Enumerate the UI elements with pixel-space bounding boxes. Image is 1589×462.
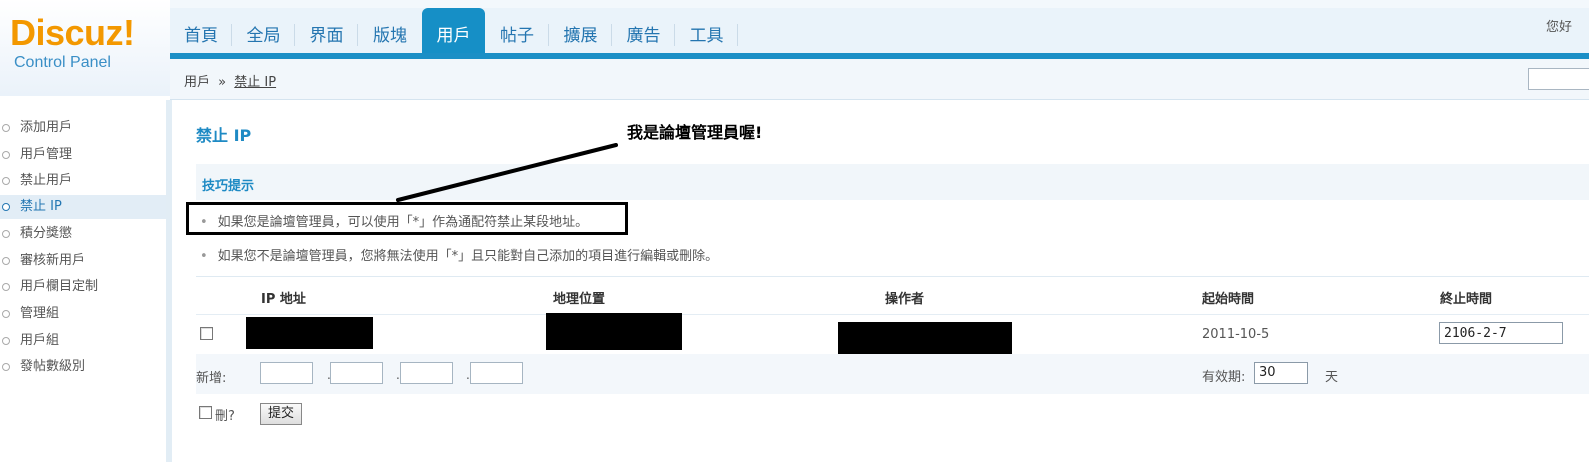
valid-period-input[interactable]: 30 [1254,362,1308,384]
sidebar-item-label: 用戶欄目定制 [20,279,99,294]
tab-home[interactable]: 首頁 [170,8,232,53]
redacted-ip [246,317,373,349]
sidebar-item-add-user[interactable]: 添加用戶 [0,116,166,140]
logo[interactable]: Discuz! Control Panel [0,0,170,96]
column-header-start: 起始時間 [1202,292,1255,307]
sidebar-item-label: 管理組 [20,306,60,321]
bullet-icon [2,151,10,159]
bullet-icon [2,337,10,345]
bullet-icon [2,283,10,291]
sidebar-item-admin-groups[interactable]: 管理組 [0,302,166,326]
sidebar-item-label: 發帖數級別 [20,359,86,374]
breadcrumb-bar: 用戶 » 禁止 IP [170,59,1589,100]
sidebar-item-label: 用戶管理 [20,147,73,162]
tab-global[interactable]: 全局 [232,8,295,53]
sidebar-item-label: 添加用戶 [20,120,73,135]
header: Discuz! Control Panel 首頁 全局 界面 版塊 用戶 帖子 … [0,0,1589,100]
tip-text: 如果您不是論壇管理員，您將無法使用「*」且只能對自己添加的項目進行編輯或刪除。 [217,249,719,264]
delete-checkbox[interactable] [199,406,212,419]
logo-brand: Discuz! [10,12,135,53]
sidebar-item-ban-ip[interactable]: 禁止 IP [0,195,166,219]
valid-period-label: 有效期: [1202,370,1246,385]
search-input[interactable] [1528,68,1589,90]
ip-segment-3-input[interactable] [400,362,453,384]
annotation-text: 我是論壇管理員喔! [627,123,763,142]
sidebar-item-ban-user[interactable]: 禁止用戶 [0,169,166,193]
end-time-input[interactable]: 2106-2-7 [1439,322,1563,344]
ip-segment-1-input[interactable] [260,362,313,384]
bullet-icon [2,177,10,185]
bullet-icon: • [200,249,208,264]
sidebar-item-label: 禁止用戶 [20,173,73,188]
greeting: 您好 [1546,20,1573,35]
tab-extensions[interactable]: 擴展 [549,8,612,53]
tips-title: 技巧提示 [202,179,255,194]
sidebar-item-user-groups[interactable]: 用戶組 [0,329,166,353]
sidebar-item-post-ranks[interactable]: 發帖數級別 [0,355,166,379]
sidebar-item-label: 審核新用戶 [20,253,86,268]
column-header-location: 地理位置 [553,292,606,307]
tip-item: • 如果您不是論壇管理員，您將無法使用「*」且只能對自己添加的項目進行編輯或刪除。 [200,245,718,264]
sidebar-item-credits[interactable]: 積分獎懲 [0,222,166,246]
breadcrumb: 用戶 » 禁止 IP [184,71,276,90]
ip-segment-4-input[interactable] [470,362,523,384]
bullet-icon [2,230,10,238]
breadcrumb-separator: » [218,75,227,90]
column-header-operator: 操作者 [885,292,925,307]
sidebar-item-profile-fields[interactable]: 用戶欄目定制 [0,275,166,299]
bullet-icon [2,203,10,211]
tab-forums[interactable]: 版塊 [358,8,422,53]
submit-button[interactable]: 提交 [260,403,302,425]
divider [196,276,1589,277]
sidebar-item-moderate-new[interactable]: 審核新用戶 [0,249,166,273]
days-label: 天 [1325,370,1339,385]
tab-ads[interactable]: 廣告 [612,8,675,53]
bullet-icon [2,124,10,132]
page-title: 禁止 IP [196,126,252,145]
row-checkbox[interactable] [200,327,213,340]
topnav-top-strip [170,0,1589,8]
sidebar-item-label: 用戶組 [20,333,60,348]
bullet-icon [2,310,10,318]
add-label: 新增: [196,371,227,386]
sidebar-item-label: 積分獎懲 [20,226,73,241]
bullet-icon [2,257,10,265]
column-header-ip: IP 地址 [261,292,306,307]
redacted-location [546,313,682,350]
annotation-highlight-box [186,202,628,235]
redacted-operator [838,322,1012,356]
tab-interface[interactable]: 界面 [295,8,358,53]
tab-users[interactable]: 用戶 [422,8,485,53]
tips-header: 技巧提示 [196,164,1589,200]
delete-label: 刪? [215,409,235,424]
divider [196,314,1589,315]
sidebar: 添加用戶 用戶管理 禁止用戶 禁止 IP 積分獎懲 審核新用戶 用戶欄目定制 管… [0,100,172,462]
breadcrumb-current[interactable]: 禁止 IP [234,75,276,90]
column-header-end: 終止時間 [1440,292,1493,307]
logo-subtitle: Control Panel [14,54,111,71]
tab-tools[interactable]: 工具 [675,8,738,53]
start-time: 2011-10-5 [1202,327,1270,342]
ip-segment-2-input[interactable] [330,362,383,384]
sidebar-item-user-manage[interactable]: 用戶管理 [0,143,166,167]
sidebar-item-label: 禁止 IP [20,199,62,214]
tab-posts[interactable]: 帖子 [485,8,549,53]
breadcrumb-parent[interactable]: 用戶 [184,75,210,90]
bullet-icon [2,363,10,371]
